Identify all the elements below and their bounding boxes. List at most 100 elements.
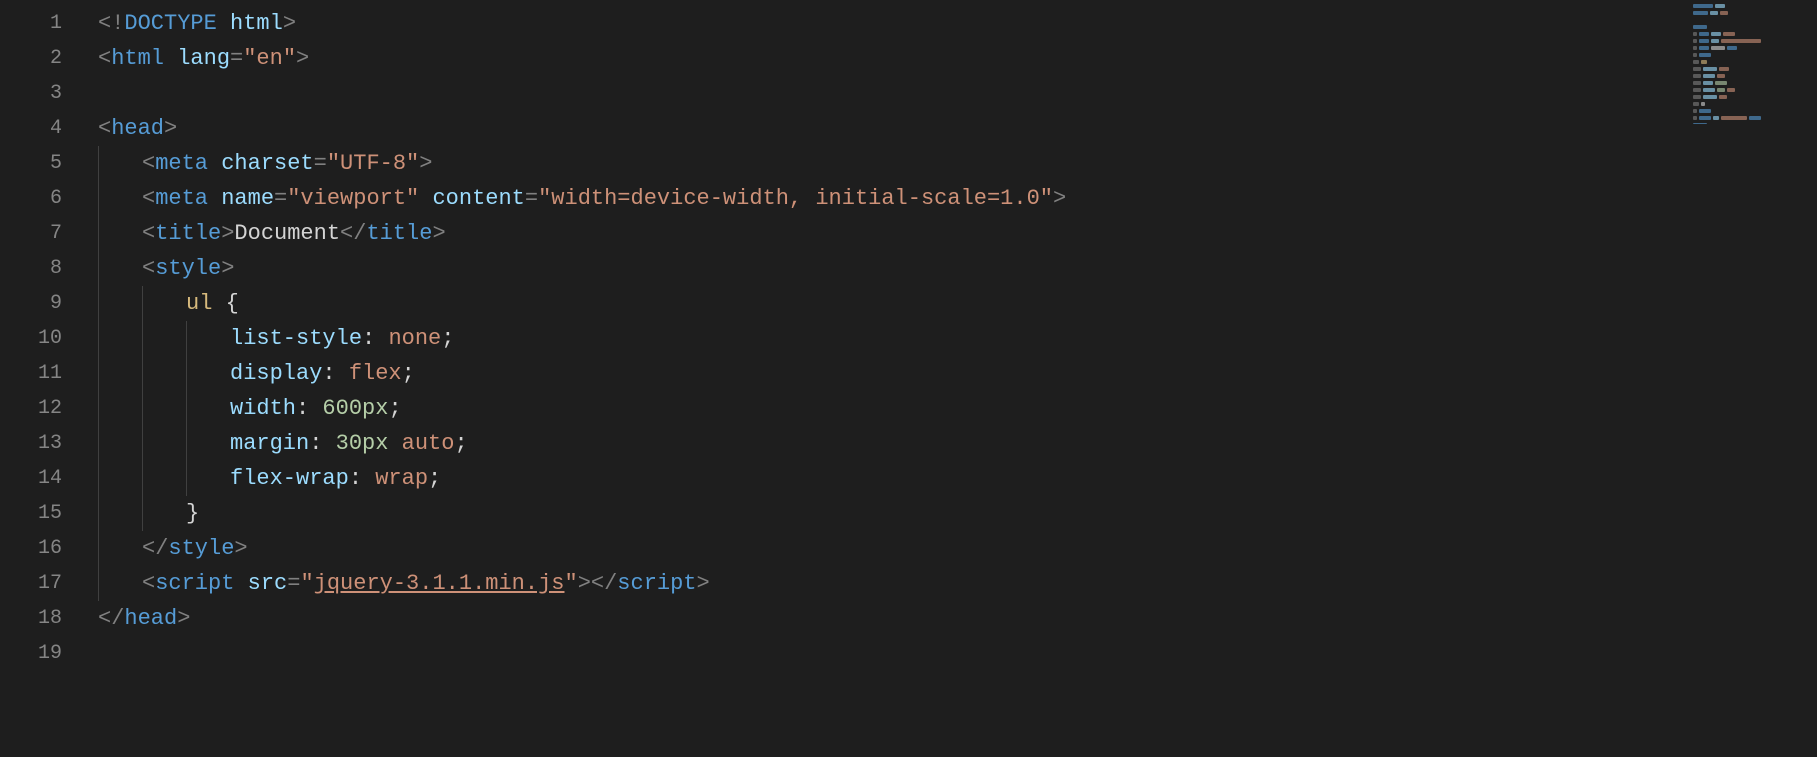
code-editor[interactable]: 12345678910111213141516171819 <!DOCTYPE … xyxy=(0,0,1817,757)
code-token: " xyxy=(300,571,313,596)
code-line[interactable]: <style> xyxy=(80,251,1817,286)
code-token: } xyxy=(186,501,199,526)
code-token: ; xyxy=(388,396,401,421)
code-line[interactable]: <meta charset="UTF-8"> xyxy=(80,146,1817,181)
code-line[interactable]: <title>Document</title> xyxy=(80,216,1817,251)
code-token: > xyxy=(578,571,591,596)
code-area[interactable]: <!DOCTYPE html><html lang="en"><head><me… xyxy=(80,0,1817,757)
indent-guide xyxy=(186,391,187,426)
indent-guide xyxy=(98,181,99,216)
code-token: > xyxy=(221,221,234,246)
indent-guide xyxy=(142,496,143,531)
code-token: = xyxy=(230,46,243,71)
code-line[interactable]: margin: 30px auto; xyxy=(80,426,1817,461)
code-token: </ xyxy=(98,606,124,631)
code-token: none xyxy=(388,326,441,351)
code-token xyxy=(208,151,221,176)
code-token: lang xyxy=(177,46,230,71)
minimap[interactable] xyxy=(1693,4,1813,124)
code-token: < xyxy=(98,116,111,141)
code-token: > xyxy=(419,151,432,176)
indent-guide xyxy=(98,286,99,321)
code-token: </ xyxy=(340,221,366,246)
code-token: : xyxy=(322,361,348,386)
code-token: display xyxy=(230,361,322,386)
indent-guide xyxy=(98,531,99,566)
indent-guide xyxy=(98,566,99,601)
code-token: title xyxy=(366,221,432,246)
code-token: style xyxy=(168,536,234,561)
code-token: title xyxy=(155,221,221,246)
code-token: flex-wrap xyxy=(230,466,349,491)
code-token: > xyxy=(234,536,247,561)
code-token: " xyxy=(564,571,577,596)
line-number: 10 xyxy=(0,321,80,356)
code-token: "viewport" xyxy=(287,186,419,211)
code-line[interactable]: ul { xyxy=(80,286,1817,321)
code-token: < xyxy=(142,256,155,281)
code-token: </ xyxy=(591,571,617,596)
code-line[interactable]: display: flex; xyxy=(80,356,1817,391)
code-token: = xyxy=(274,186,287,211)
code-line[interactable]: </style> xyxy=(80,531,1817,566)
indent-guide xyxy=(186,461,187,496)
code-token: < xyxy=(142,151,155,176)
code-token: head xyxy=(124,606,177,631)
code-token: > xyxy=(296,46,309,71)
code-line[interactable]: list-style: none; xyxy=(80,321,1817,356)
code-line[interactable]: <!DOCTYPE html> xyxy=(80,6,1817,41)
code-token: px xyxy=(362,396,388,421)
code-token: meta xyxy=(155,186,208,211)
code-line[interactable]: <script src="jquery-3.1.1.min.js"></scri… xyxy=(80,566,1817,601)
code-token: > xyxy=(283,11,296,36)
code-token: width xyxy=(230,396,296,421)
code-line[interactable] xyxy=(80,76,1817,111)
code-token: ; xyxy=(428,466,441,491)
code-token: <! xyxy=(98,11,124,36)
code-token: html xyxy=(111,46,164,71)
code-token: "en" xyxy=(243,46,296,71)
code-token: html xyxy=(230,11,283,36)
code-token: ; xyxy=(454,431,467,456)
line-number: 2 xyxy=(0,41,80,76)
code-line[interactable]: } xyxy=(80,496,1817,531)
line-number: 13 xyxy=(0,426,80,461)
code-token: name xyxy=(221,186,274,211)
line-number: 16 xyxy=(0,531,80,566)
indent-guide xyxy=(98,461,99,496)
code-token: px xyxy=(362,431,388,456)
code-line[interactable]: <html lang="en"> xyxy=(80,41,1817,76)
code-token: : xyxy=(349,466,375,491)
indent-guide xyxy=(98,216,99,251)
code-token: ul xyxy=(186,291,212,316)
code-token: = xyxy=(314,151,327,176)
line-number: 5 xyxy=(0,146,80,181)
indent-guide xyxy=(186,321,187,356)
line-number: 19 xyxy=(0,636,80,671)
code-token xyxy=(234,571,247,596)
code-token: flex xyxy=(349,361,402,386)
code-line[interactable]: <meta name="viewport" content="width=dev… xyxy=(80,181,1817,216)
code-token: jquery-3.1.1.min.js xyxy=(314,571,565,596)
code-token xyxy=(388,431,401,456)
code-token xyxy=(208,186,221,211)
indent-guide xyxy=(142,426,143,461)
code-line[interactable]: </head> xyxy=(80,601,1817,636)
code-token: script xyxy=(155,571,234,596)
indent-guide xyxy=(98,496,99,531)
code-token: : xyxy=(296,396,322,421)
code-line[interactable]: <head> xyxy=(80,111,1817,146)
indent-guide xyxy=(142,286,143,321)
line-number: 11 xyxy=(0,356,80,391)
code-token xyxy=(164,46,177,71)
code-line[interactable] xyxy=(80,636,1817,671)
code-token xyxy=(419,186,432,211)
code-line[interactable]: width: 600px; xyxy=(80,391,1817,426)
code-line[interactable]: flex-wrap: wrap; xyxy=(80,461,1817,496)
code-token: < xyxy=(142,221,155,246)
line-number: 14 xyxy=(0,461,80,496)
indent-guide xyxy=(98,391,99,426)
code-token: < xyxy=(142,571,155,596)
line-number: 9 xyxy=(0,286,80,321)
code-token: > xyxy=(432,221,445,246)
